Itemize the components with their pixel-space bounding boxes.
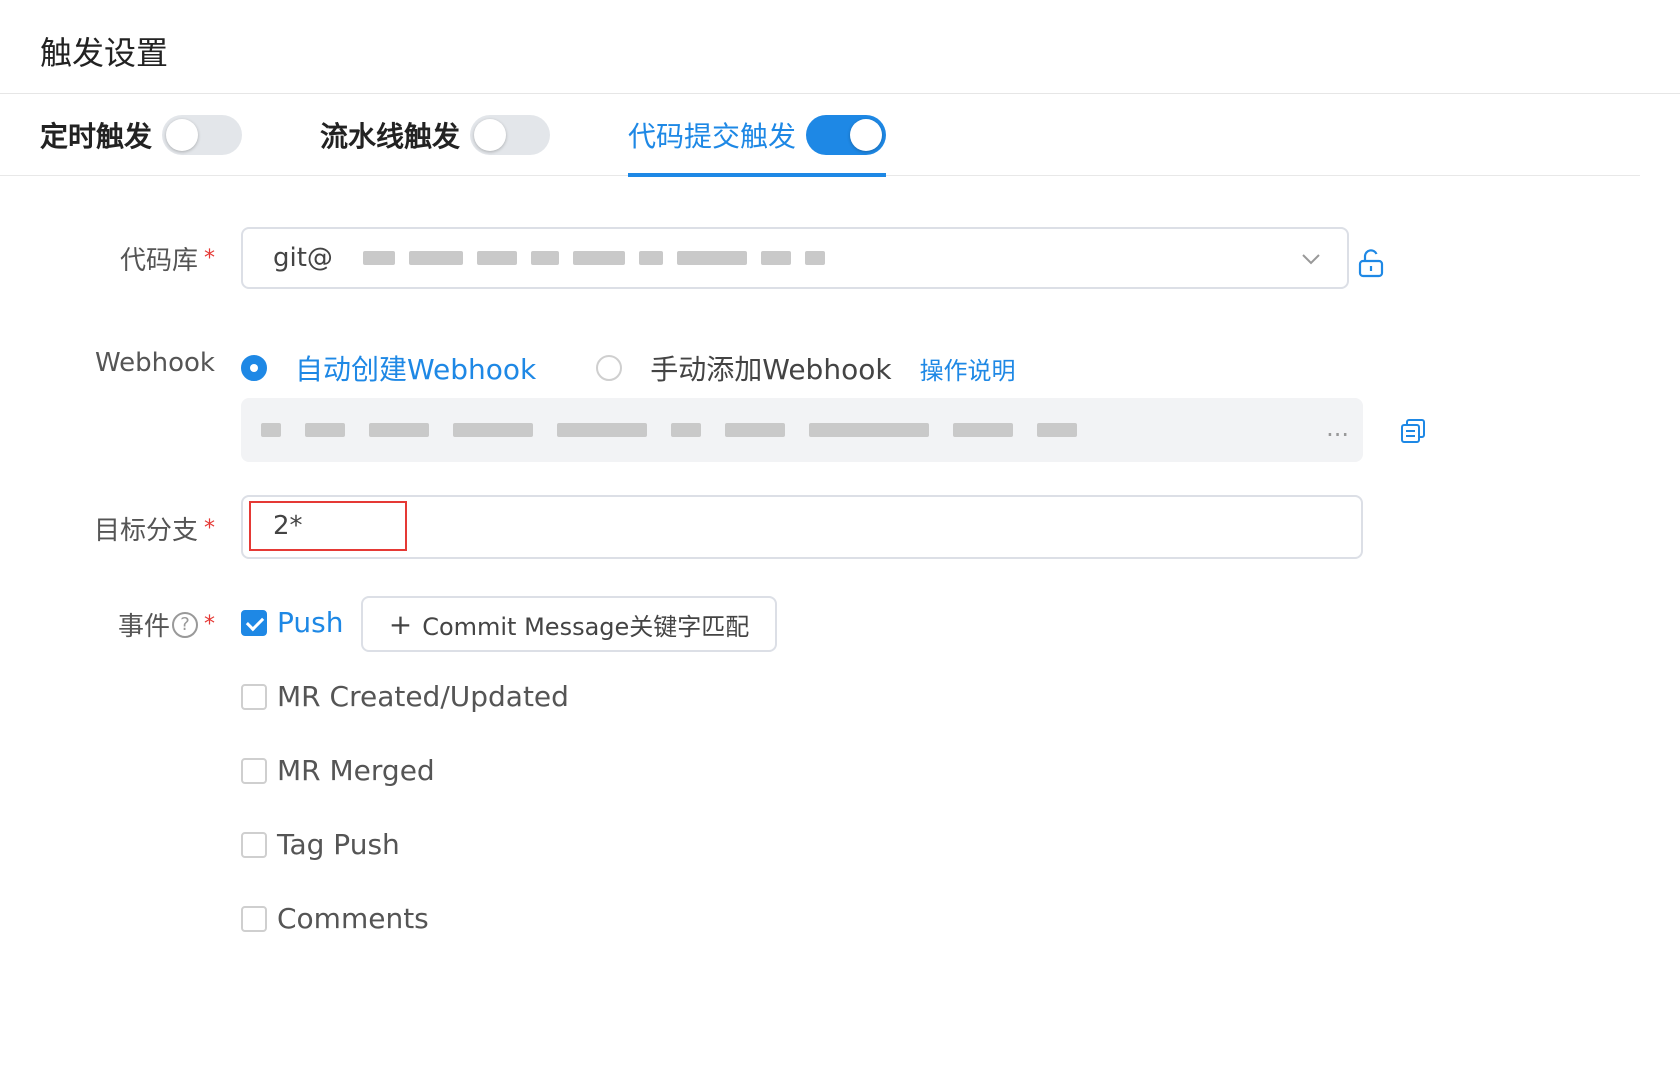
trigger-tabs: 定时触发 流水线触发 代码提交触发 (0, 94, 1640, 177)
checkbox-mr-created[interactable] (241, 683, 267, 710)
checkbox-push[interactable] (241, 609, 267, 636)
required-mark: * (204, 516, 215, 541)
auto-webhook-label[interactable]: 自动创建Webhook (295, 348, 536, 388)
branch-label: 目标分支 * (93, 516, 215, 546)
scheduled-toggle[interactable] (162, 115, 243, 155)
checkbox-comments[interactable] (241, 905, 267, 932)
webhook-help-link[interactable]: 操作说明 (920, 351, 1016, 386)
unlock-icon[interactable] (1357, 248, 1385, 278)
tab-code-commit[interactable]: 代码提交触发 (628, 94, 887, 177)
repo-value-prefix: git@ (273, 243, 333, 273)
page-header: 触发设置 (0, 0, 1680, 94)
radio-manual-webhook[interactable] (596, 355, 623, 381)
webhook-label: Webhook (94, 348, 215, 378)
toggle-knob (474, 119, 507, 151)
tab-label: 定时触发 (40, 120, 153, 153)
webhook-url-redacted (261, 423, 1077, 437)
repo-label: 代码库 * (119, 246, 215, 276)
checkbox-mr-merged[interactable] (241, 757, 267, 784)
events-label: 事件 ? * (117, 611, 215, 642)
webhook-url-field: ... (241, 398, 1363, 462)
branch-tag[interactable]: 2* (249, 501, 407, 551)
required-mark: * (204, 246, 215, 271)
pipeline-toggle[interactable] (470, 115, 551, 155)
repo-value-redacted (362, 251, 825, 265)
help-icon[interactable]: ? (172, 611, 198, 638)
webhook-radio-group: 自动创建Webhook 手动添加Webhook 操作说明 (241, 348, 1016, 388)
plus-icon: + (388, 607, 413, 641)
branch-input[interactable]: 2* (241, 495, 1363, 559)
required-mark: * (204, 612, 215, 637)
url-ellipsis: ... (1326, 414, 1349, 442)
commit-message-match-button[interactable]: + Commit Message关键字匹配 (361, 596, 777, 652)
event-mr-created[interactable]: MR Created/Updated (241, 680, 569, 713)
radio-auto-webhook[interactable] (241, 355, 267, 381)
chevron-down-icon (1302, 254, 1320, 265)
tab-pipeline[interactable]: 流水线触发 (320, 94, 551, 176)
tab-label: 代码提交触发 (628, 120, 797, 153)
page-title: 触发设置 (40, 34, 169, 72)
toggle-knob (850, 119, 883, 151)
code-commit-toggle[interactable] (806, 115, 887, 155)
event-comments[interactable]: Comments (241, 902, 429, 935)
checkbox-tag-push[interactable] (241, 831, 267, 858)
event-tag-push[interactable]: Tag Push (241, 828, 400, 861)
manual-webhook-label[interactable]: 手动添加Webhook (650, 348, 891, 388)
event-push[interactable]: Push (241, 606, 343, 639)
toggle-knob (166, 119, 199, 151)
event-mr-merged[interactable]: MR Merged (241, 754, 435, 787)
repo-select[interactable]: git@ (241, 227, 1349, 289)
tab-label: 流水线触发 (320, 120, 461, 153)
copy-icon[interactable] (1400, 418, 1426, 444)
tab-scheduled[interactable]: 定时触发 (40, 94, 243, 176)
